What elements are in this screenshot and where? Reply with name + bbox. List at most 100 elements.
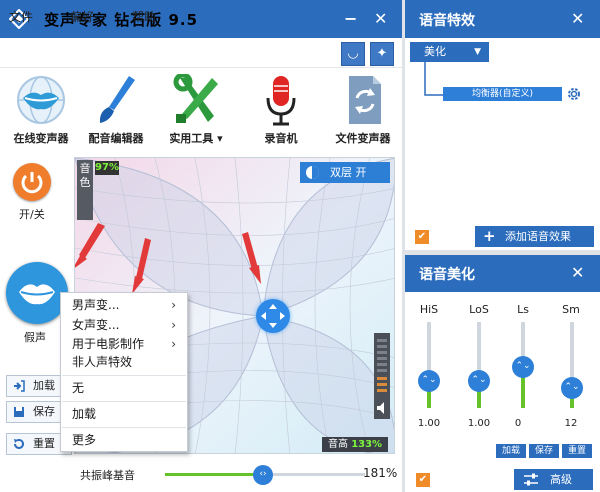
beautify-reset-button[interactable]: 重置 xyxy=(562,444,592,458)
menu-item-label: 加载 xyxy=(72,407,97,421)
slider-thumb-sm[interactable]: ⌃⌄ xyxy=(561,377,583,399)
menu-file[interactable]: 文件 xyxy=(9,8,33,25)
load-label: 加载 xyxy=(33,379,55,392)
file-refresh-icon xyxy=(349,76,381,124)
resonance-slider-thumb[interactable]: ‹› xyxy=(253,465,273,485)
toolbar-label: 在线变声器 xyxy=(13,132,69,145)
toolbar-utilities[interactable]: 实用工具 ▾ xyxy=(160,74,232,145)
slider-label-los: LoS xyxy=(469,303,489,316)
menu-item-label: 男声变... xyxy=(72,298,120,312)
pitch-meter-bars xyxy=(377,339,387,414)
menu-help[interactable]: 帮助 xyxy=(132,8,156,25)
beautify-enable-checkbox[interactable]: ✔ xyxy=(416,473,430,487)
menu-item-more[interactable]: 更多 xyxy=(62,429,186,451)
lips-icon xyxy=(19,284,55,305)
power-button[interactable] xyxy=(13,163,51,201)
slider-thumb-his[interactable]: ⌃⌄ xyxy=(418,370,440,392)
timbre-value: 97% xyxy=(95,161,119,175)
pitch-readout: 音高 133% xyxy=(322,437,388,452)
timbre-label: 音色 xyxy=(77,160,93,220)
toolbar-label: 配音编辑器 xyxy=(88,132,144,145)
menu-item-label: 用于电影制作 xyxy=(72,337,145,351)
beautify-close-button[interactable]: ✕ xyxy=(571,263,584,282)
plus-icon: + xyxy=(483,227,496,245)
menu-item-none[interactable]: 无 xyxy=(62,377,186,399)
slider-label-sm: Sm xyxy=(562,303,580,316)
voice-preset-button[interactable] xyxy=(6,262,68,324)
slider-label-his: HiS xyxy=(419,303,439,316)
microphone-icon xyxy=(266,76,296,126)
minimize-button[interactable]: − xyxy=(344,9,357,28)
lips-globe-icon xyxy=(17,76,65,124)
menu-item-nonhuman[interactable]: 非人声特效 xyxy=(62,351,186,373)
gear-icon[interactable] xyxy=(566,86,582,102)
menu-separator xyxy=(62,401,186,402)
half-circle-icon xyxy=(306,166,319,179)
toolbar-label: 实用工具 ▾ xyxy=(169,132,223,145)
close-button[interactable]: ✕ xyxy=(374,9,387,28)
beautify-load-button[interactable]: 加载 xyxy=(496,444,526,458)
advanced-label: 高级 xyxy=(550,473,572,486)
effect-equalizer-chip[interactable]: 均衡器(自定义) xyxy=(443,87,562,101)
slider-label-ls: Ls xyxy=(517,303,529,316)
toolbar-recorder[interactable]: 录音机 xyxy=(245,74,317,145)
menu-item-label: 更多 xyxy=(72,433,97,447)
toolbar-online-changer[interactable]: 在线变声器 xyxy=(5,74,77,145)
slider-value-his: 1.00 xyxy=(417,418,441,429)
move-arrows-icon xyxy=(261,304,285,328)
reset-icon xyxy=(14,438,24,449)
window-title: 变声专家 钻石版 9.5 xyxy=(44,11,199,29)
load-icon xyxy=(14,380,25,392)
save-icon xyxy=(14,407,24,417)
effects-enable-checkbox[interactable]: ✔ xyxy=(415,230,429,244)
add-effect-label: 添加语音效果 xyxy=(505,230,571,243)
pitch-label: 音高 xyxy=(328,439,348,450)
pitch-value: 133% xyxy=(351,439,383,450)
resonance-slider-fill xyxy=(165,473,263,476)
submenu-arrow-icon: › xyxy=(171,298,176,312)
menu-item-male[interactable]: 男声变... › xyxy=(62,294,186,316)
menu-item-label: 非人声特效 xyxy=(72,355,133,369)
resonance-value: 181% xyxy=(363,466,398,480)
power-icon xyxy=(21,172,43,194)
menu-item-label: 女声变... xyxy=(72,318,120,332)
effects-category-dropdown[interactable]: 美化 ▼ xyxy=(410,42,489,62)
save-label: 保存 xyxy=(33,405,55,418)
slider-value-los: 1.00 xyxy=(467,418,491,429)
effects-close-button[interactable]: ✕ xyxy=(571,9,584,28)
dropdown-value: 美化 xyxy=(424,45,446,58)
lips-skin-icon[interactable]: ◡ xyxy=(341,42,365,66)
tools-icon xyxy=(173,74,218,123)
slider-thumb-ls[interactable]: ⌃⌄ xyxy=(512,356,534,378)
brush-icon xyxy=(99,76,135,123)
resonance-label: 共振峰基音 xyxy=(80,469,135,482)
slider-value-ls: 0 xyxy=(514,418,522,429)
sliders-settings-icon xyxy=(524,473,538,486)
toolbar-label: 录音机 xyxy=(264,132,298,145)
slider-value-sm: 12 xyxy=(564,418,578,429)
sparkle-edit-icon[interactable]: ✦ xyxy=(370,42,394,66)
toolbar-dubbing-editor[interactable]: 配音编辑器 xyxy=(80,74,152,145)
beautify-titlebar[interactable]: 语音美化 ✕ xyxy=(405,255,600,292)
beautify-save-button[interactable]: 保存 xyxy=(529,444,559,458)
effects-title: 语音特效 xyxy=(419,13,475,29)
slider-thumb-los[interactable]: ⌃⌄ xyxy=(468,370,490,392)
menu-separator xyxy=(62,427,186,428)
reset-label: 重置 xyxy=(33,437,55,450)
voice-context-menu: 男声变... › 女声变... › 用于电影制作 › 非人声特效 无 加载 更多 xyxy=(60,292,188,452)
menu-preferences[interactable]: 偏好 xyxy=(70,8,94,25)
pitch-meter xyxy=(374,333,390,419)
effects-titlebar[interactable]: 语音特效 ✕ xyxy=(405,0,600,38)
pad-drag-handle[interactable] xyxy=(256,299,290,333)
toolbar-label: 文件变声器 xyxy=(335,132,391,145)
menu-separator xyxy=(62,375,186,376)
chevron-down-icon: ▼ xyxy=(474,47,481,57)
menu-item-load[interactable]: 加载 xyxy=(62,403,186,425)
beautify-title: 语音美化 xyxy=(419,267,475,283)
advanced-button[interactable]: 高级 xyxy=(514,469,593,490)
add-effect-button[interactable]: + 添加语音效果 xyxy=(475,226,594,247)
menu-item-label: 无 xyxy=(72,381,85,395)
toolbar-file-changer[interactable]: 文件变声器 xyxy=(327,74,399,145)
voice-preset-label: 假声 xyxy=(24,331,46,344)
power-label: 开/关 xyxy=(19,208,45,221)
